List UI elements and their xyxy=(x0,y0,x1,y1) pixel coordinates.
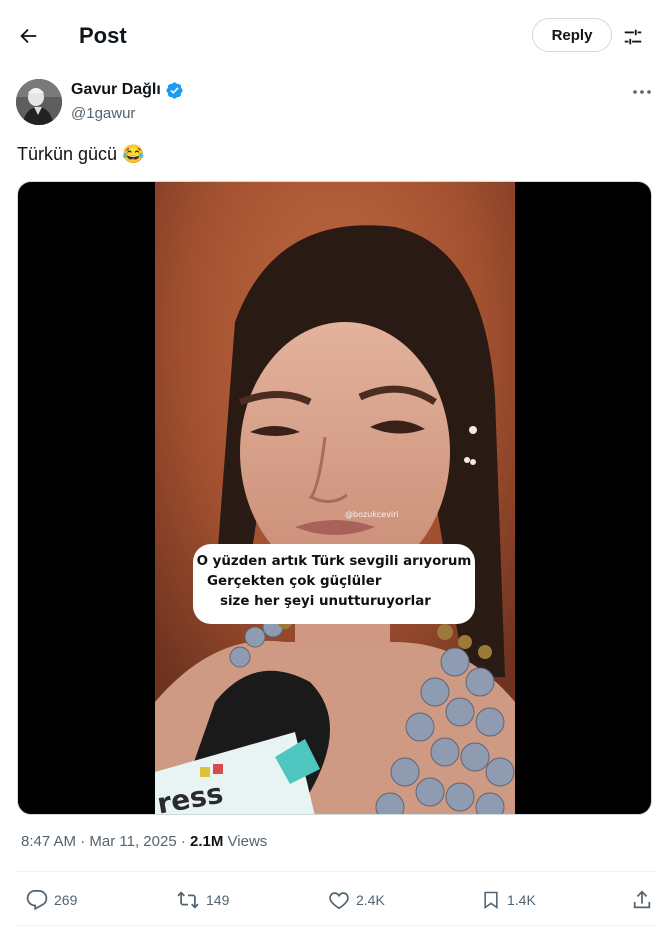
reply-icon xyxy=(26,889,48,911)
video-frame: ress @bozukceviri O yüzden artık Türk se… xyxy=(155,182,515,814)
repost-count: 149 xyxy=(206,892,230,908)
post-date[interactable]: Mar 11, 2025 xyxy=(89,833,176,850)
post-video[interactable]: ress @bozukceviri O yüzden artık Türk se… xyxy=(17,181,652,815)
video-watermark: @bozukceviri xyxy=(345,510,399,519)
author-name-row[interactable]: Gavur Dağlı xyxy=(71,80,184,100)
video-caption: O yüzden artık Türk sevgili arıyorum Ger… xyxy=(193,544,475,624)
post-text: Türkün gücü 😂 xyxy=(17,144,145,164)
divider xyxy=(16,871,656,872)
repost-action[interactable]: 149 xyxy=(176,886,229,914)
avatar[interactable] xyxy=(16,79,62,125)
top-bar: Post Reply xyxy=(0,0,672,72)
tune-icon[interactable] xyxy=(620,24,646,50)
bookmark-icon xyxy=(484,891,498,910)
meta-separator: · xyxy=(180,833,191,850)
reply-action[interactable]: 269 xyxy=(26,886,77,914)
caption-line: O yüzden artık Türk sevgili arıyorum xyxy=(196,554,472,569)
like-icon xyxy=(329,892,349,910)
like-action[interactable]: 2.4K xyxy=(328,886,385,914)
post-time[interactable]: 8:47 AM xyxy=(21,833,76,850)
reply-button[interactable]: Reply xyxy=(532,18,612,52)
meta-separator: · xyxy=(80,833,90,850)
back-arrow-icon[interactable] xyxy=(14,22,42,50)
views-label: Views xyxy=(227,833,268,850)
author-handle[interactable]: @1gawur xyxy=(71,104,135,124)
view-count: 2.1M xyxy=(190,833,224,850)
share-action[interactable] xyxy=(631,886,653,914)
page-title: Post xyxy=(79,23,127,48)
bookmark-count: 1.4K xyxy=(507,892,536,908)
share-icon xyxy=(633,890,651,909)
like-count: 2.4K xyxy=(356,892,385,908)
repost-icon xyxy=(177,891,199,909)
post-meta: 8:47 AM · Mar 11, 2025 · 2.1M Views xyxy=(21,832,267,852)
verified-badge-icon xyxy=(165,81,184,100)
more-icon[interactable] xyxy=(630,85,654,97)
reply-count: 269 xyxy=(54,892,78,908)
caption-line: Gerçekten çok güçlüler xyxy=(207,574,382,589)
bookmark-action[interactable]: 1.4K xyxy=(481,886,536,914)
author-name[interactable]: Gavur Dağlı xyxy=(71,80,161,100)
caption-line: size her şeyi unutturuyorlar xyxy=(220,594,431,609)
divider xyxy=(16,925,656,926)
